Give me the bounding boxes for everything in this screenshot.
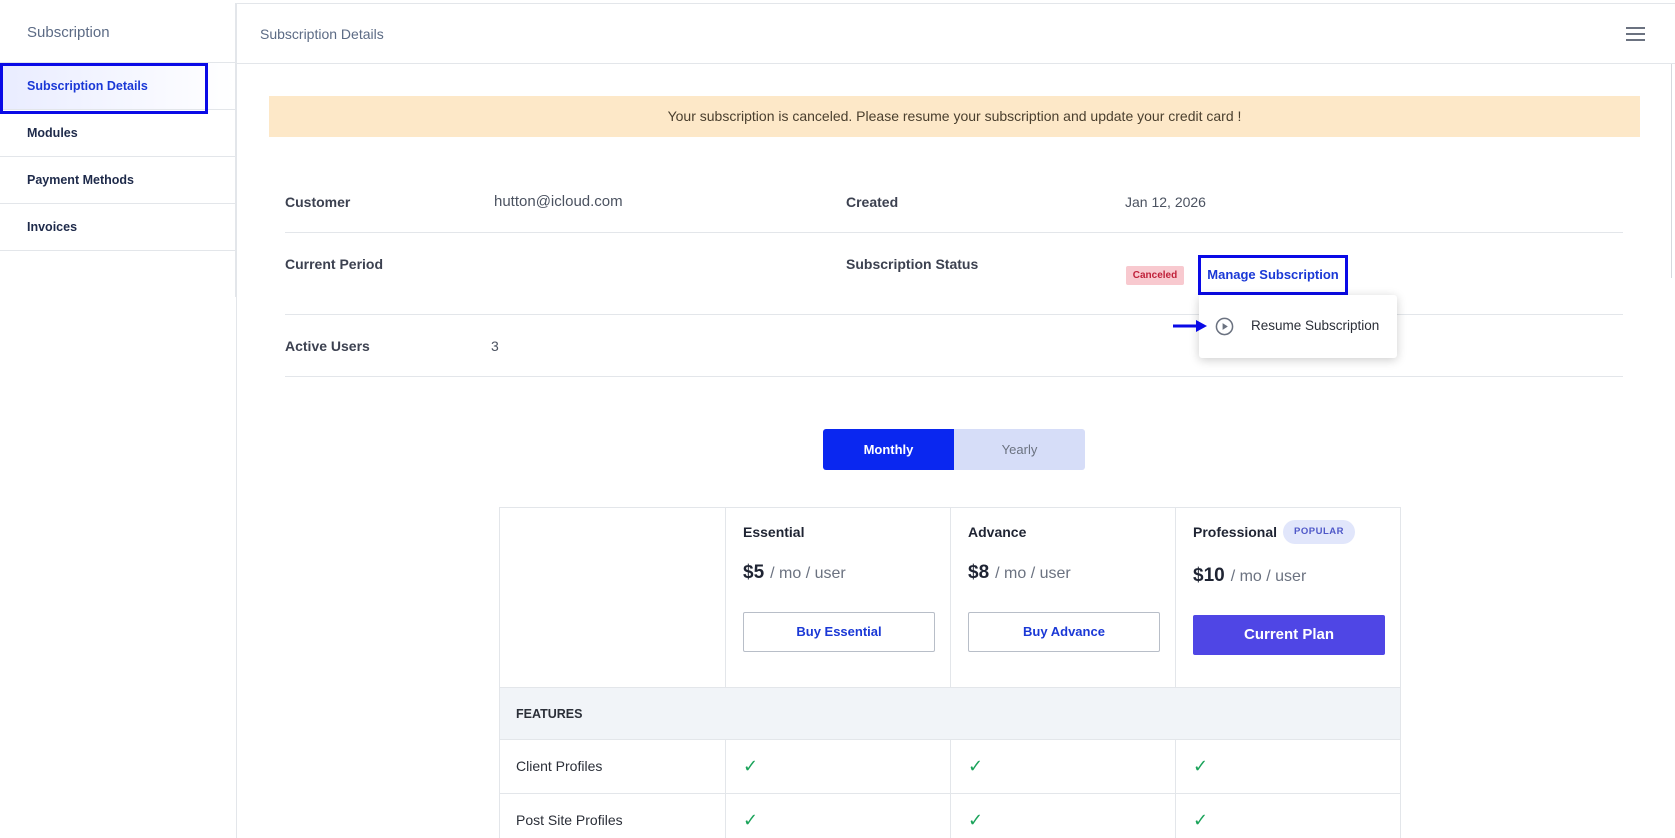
customer-value: hutton@icloud.com [494,193,623,210]
buy-essential-button[interactable]: Buy Essential [743,612,935,652]
check-icon: ✓ [1193,756,1209,776]
info-row-customer: Customer hutton@icloud.com Created Jan 1… [285,175,1623,233]
plan-name: Advance [968,524,1027,540]
sidebar: Subscription Subscription Details Module… [0,3,236,297]
plan-column-essential: Essential $5/ mo / user Buy Essential [725,508,950,687]
created-value: Jan 12, 2026 [1125,194,1206,210]
popular-badge: POPULAR [1283,520,1355,544]
main-divider [236,3,237,838]
resume-subscription-label: Resume Subscription [1251,318,1380,333]
hamburger-icon[interactable] [1626,27,1645,41]
sidebar-item-invoices[interactable]: Invoices [0,204,235,251]
info-row-users: Active Users 3 [285,315,1623,377]
status-badge: Canceled [1126,266,1184,285]
active-users-label: Active Users [285,338,370,354]
sidebar-item-modules[interactable]: Modules [0,110,235,157]
cancellation-alert: Your subscription is canceled. Please re… [269,96,1640,137]
check-icon: ✓ [968,756,984,776]
current-plan-button[interactable]: Current Plan [1193,615,1385,655]
resume-subscription-item[interactable]: Resume Subscription [1199,295,1397,358]
check-icon: ✓ [743,756,759,776]
pricing-table: Essential $5/ mo / user Buy Essential Ad… [499,507,1401,838]
customer-label: Customer [285,194,351,210]
sidebar-item-subscription-details[interactable]: Subscription Details [0,63,235,114]
sidebar-item-payment-methods[interactable]: Payment Methods [0,157,235,204]
manage-dropdown: Resume Subscription [1199,295,1397,358]
active-users-value: 3 [491,338,499,354]
check-icon: ✓ [743,810,759,830]
sidebar-title: Subscription [0,3,235,63]
plan-column-professional: Professional POPULAR $10/ mo / user Curr… [1175,508,1400,687]
billing-toggle: Monthly Yearly [823,429,1085,470]
subscription-status-label: Subscription Status [846,256,979,272]
feature-cell: ✓ [725,740,950,794]
feature-cell: ✓ [1175,794,1400,838]
features-header: FEATURES [500,687,1400,740]
created-label: Created [846,194,899,210]
buy-advance-button[interactable]: Buy Advance [968,612,1160,652]
page-title: Subscription Details [260,26,384,42]
plan-name: Essential [743,524,805,540]
feature-cell: ✓ [1175,740,1400,794]
plan-price: $8/ mo / user [968,562,1071,583]
current-period-label: Current Period [285,256,384,272]
topbar: Subscription Details [237,3,1675,64]
arrow-right-icon [1173,320,1207,332]
feature-label: Client Profiles [516,758,603,774]
plan-price: $5/ mo / user [743,562,846,583]
scrollbar[interactable] [1671,64,1672,278]
features-label: FEATURES [516,707,583,721]
play-circle-icon [1215,317,1234,336]
plan-price: $10/ mo / user [1193,565,1307,586]
feature-label: Post Site Profiles [516,812,623,828]
plan-name: Professional [1193,524,1278,540]
manage-subscription-button[interactable]: Manage Subscription [1198,255,1348,295]
info-row-period: Current Period Subscription Status [285,233,1623,315]
feature-row: Post Site Profiles ✓ ✓ ✓ [500,794,1400,838]
monthly-toggle[interactable]: Monthly [823,429,954,470]
feature-cell: ✓ [725,794,950,838]
feature-row: Client Profiles ✓ ✓ ✓ [500,740,1400,794]
yearly-toggle[interactable]: Yearly [954,429,1085,470]
check-icon: ✓ [968,810,984,830]
plan-column-advance: Advance $8/ mo / user Buy Advance [950,508,1175,687]
feature-cell: ✓ [950,794,1175,838]
feature-cell: ✓ [950,740,1175,794]
check-icon: ✓ [1193,810,1209,830]
